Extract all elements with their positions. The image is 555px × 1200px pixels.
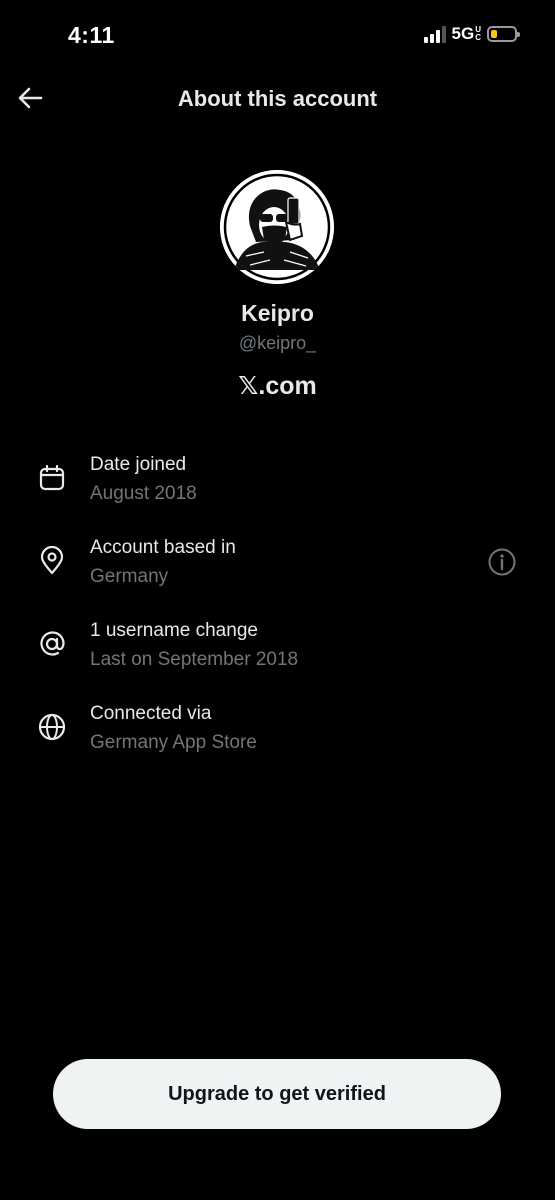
info-title: Date joined: [90, 454, 187, 475]
info-row-date-joined: Date joined August 2018: [0, 450, 555, 533]
location-pin-icon: [36, 545, 68, 577]
at-sign-icon: [36, 628, 68, 660]
info-value: Germany: [90, 566, 169, 587]
info-value: Last on September 2018: [90, 649, 299, 670]
status-indicators: 5G U C: [423, 24, 520, 44]
info-title: 1 username change: [90, 620, 258, 641]
status-bar: 4:11 5G U C: [0, 0, 555, 70]
site-label: 𝕏.com: [238, 372, 317, 400]
info-button[interactable]: [485, 545, 519, 579]
display-name: Keipro: [241, 300, 314, 326]
avatar: [220, 170, 334, 284]
info-row-account-based-in: Account based in Germany: [0, 533, 555, 616]
info-title: Connected via: [90, 703, 212, 724]
header: About this account: [0, 70, 555, 128]
info-row-username-changes: 1 username change Last on September 2018: [0, 616, 555, 699]
page-title: About this account: [177, 86, 378, 111]
account-info-list: Date joined August 2018 Account based in…: [0, 450, 555, 782]
info-row-connected-via: Connected via Germany App Store: [0, 699, 555, 782]
info-value: August 2018: [90, 483, 197, 504]
globe-icon: [36, 711, 68, 743]
network-suffix-bottom: C: [475, 33, 481, 42]
network-type: 5G U C: [452, 24, 481, 44]
battery-icon: [487, 26, 520, 42]
avatar-image: [220, 170, 334, 284]
signal-strength-icon: [423, 25, 446, 43]
status-time: 4:11: [68, 22, 115, 48]
network-suffix: U C: [475, 26, 481, 42]
calendar-icon: [36, 462, 68, 494]
info-icon: [488, 548, 516, 576]
info-value: Germany App Store: [90, 732, 257, 753]
info-title: Account based in: [90, 537, 236, 558]
battery-level: [491, 30, 497, 38]
username-handle: @keipro_: [238, 333, 317, 353]
network-label: 5G: [451, 24, 475, 43]
upgrade-verified-button[interactable]: Upgrade to get verified: [53, 1059, 501, 1129]
